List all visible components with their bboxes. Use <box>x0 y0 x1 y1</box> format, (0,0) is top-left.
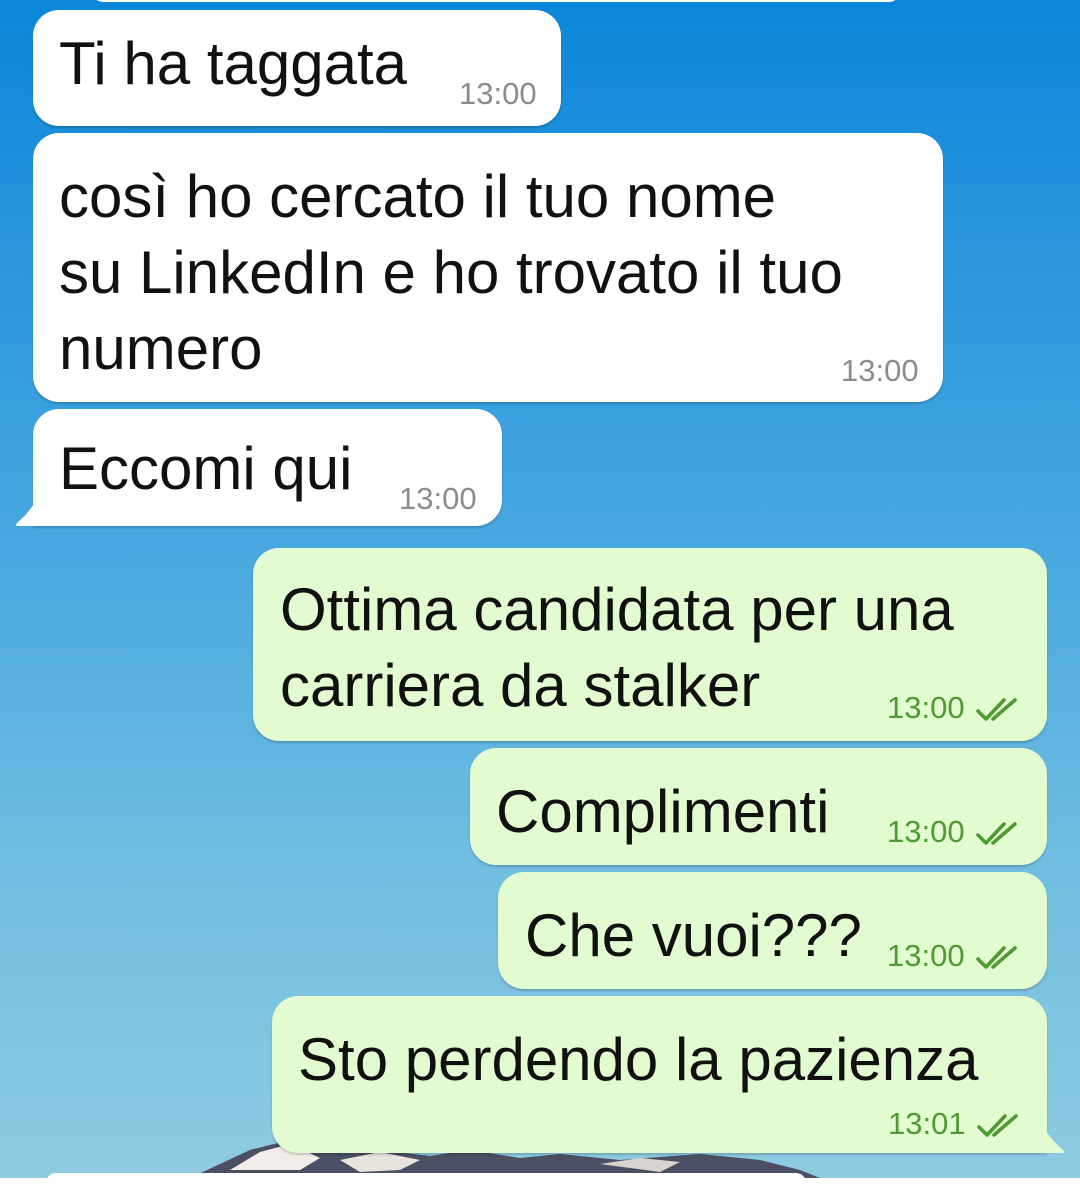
message-text-line: su LinkedIn e ho trovato il tuo <box>59 239 843 306</box>
message-meta: 13:00 <box>887 690 1021 726</box>
message-meta: 13:01 <box>888 1106 1022 1142</box>
incoming-message-bubble[interactable]: così ho cercato il tuo nome su LinkedIn … <box>33 133 943 402</box>
double-check-icon <box>975 698 1017 721</box>
incoming-bubble-tail <box>16 496 38 526</box>
message-meta: 13:00 <box>887 938 1021 974</box>
message-text-line: Ottima candidata per una <box>280 576 954 643</box>
message-timestamp: 13:00 <box>459 76 537 111</box>
outgoing-message-bubble[interactable]: Ottima candidata per una carriera da sta… <box>253 548 1047 741</box>
double-check-icon <box>975 946 1017 969</box>
message-timestamp: 13:01 <box>888 1106 966 1141</box>
outgoing-message-bubble[interactable]: Complimenti 13:00 <box>470 748 1047 865</box>
message-text: Sto perdendo la pazienza <box>298 1026 979 1093</box>
message-text: Che vuoi??? <box>525 902 862 969</box>
message-text: Complimenti <box>496 778 830 845</box>
message-timestamp: 13:00 <box>887 690 965 725</box>
message-timestamp: 13:00 <box>887 938 965 973</box>
message-text-line: carriera da stalker <box>280 652 761 719</box>
outgoing-bubble-tail <box>1042 1123 1064 1153</box>
message-text: Ti ha taggata <box>59 30 408 97</box>
double-check-icon <box>975 822 1017 845</box>
message-text: Eccomi qui <box>59 435 353 502</box>
incoming-message-bubble[interactable]: Eccomi qui 13:00 <box>33 409 502 526</box>
outgoing-message-bubble[interactable]: Che vuoi??? 13:00 <box>498 872 1047 989</box>
message-text-line: così ho cercato il tuo nome <box>59 163 777 230</box>
partial-message-bubble-top <box>92 0 900 2</box>
message-text-line: numero <box>59 315 263 382</box>
message-timestamp: 13:00 <box>887 814 965 849</box>
double-check-icon <box>976 1114 1018 1137</box>
incoming-message-bubble[interactable]: Ti ha taggata 13:00 <box>33 10 561 126</box>
message-timestamp: 13:00 <box>399 481 477 516</box>
outgoing-message-bubble[interactable]: Sto perdendo la pazienza 13:01 <box>272 996 1047 1153</box>
message-meta: 13:00 <box>887 814 1021 850</box>
message-timestamp: 13:00 <box>841 353 919 388</box>
partial-message-bubble-bottom <box>46 1173 806 1193</box>
